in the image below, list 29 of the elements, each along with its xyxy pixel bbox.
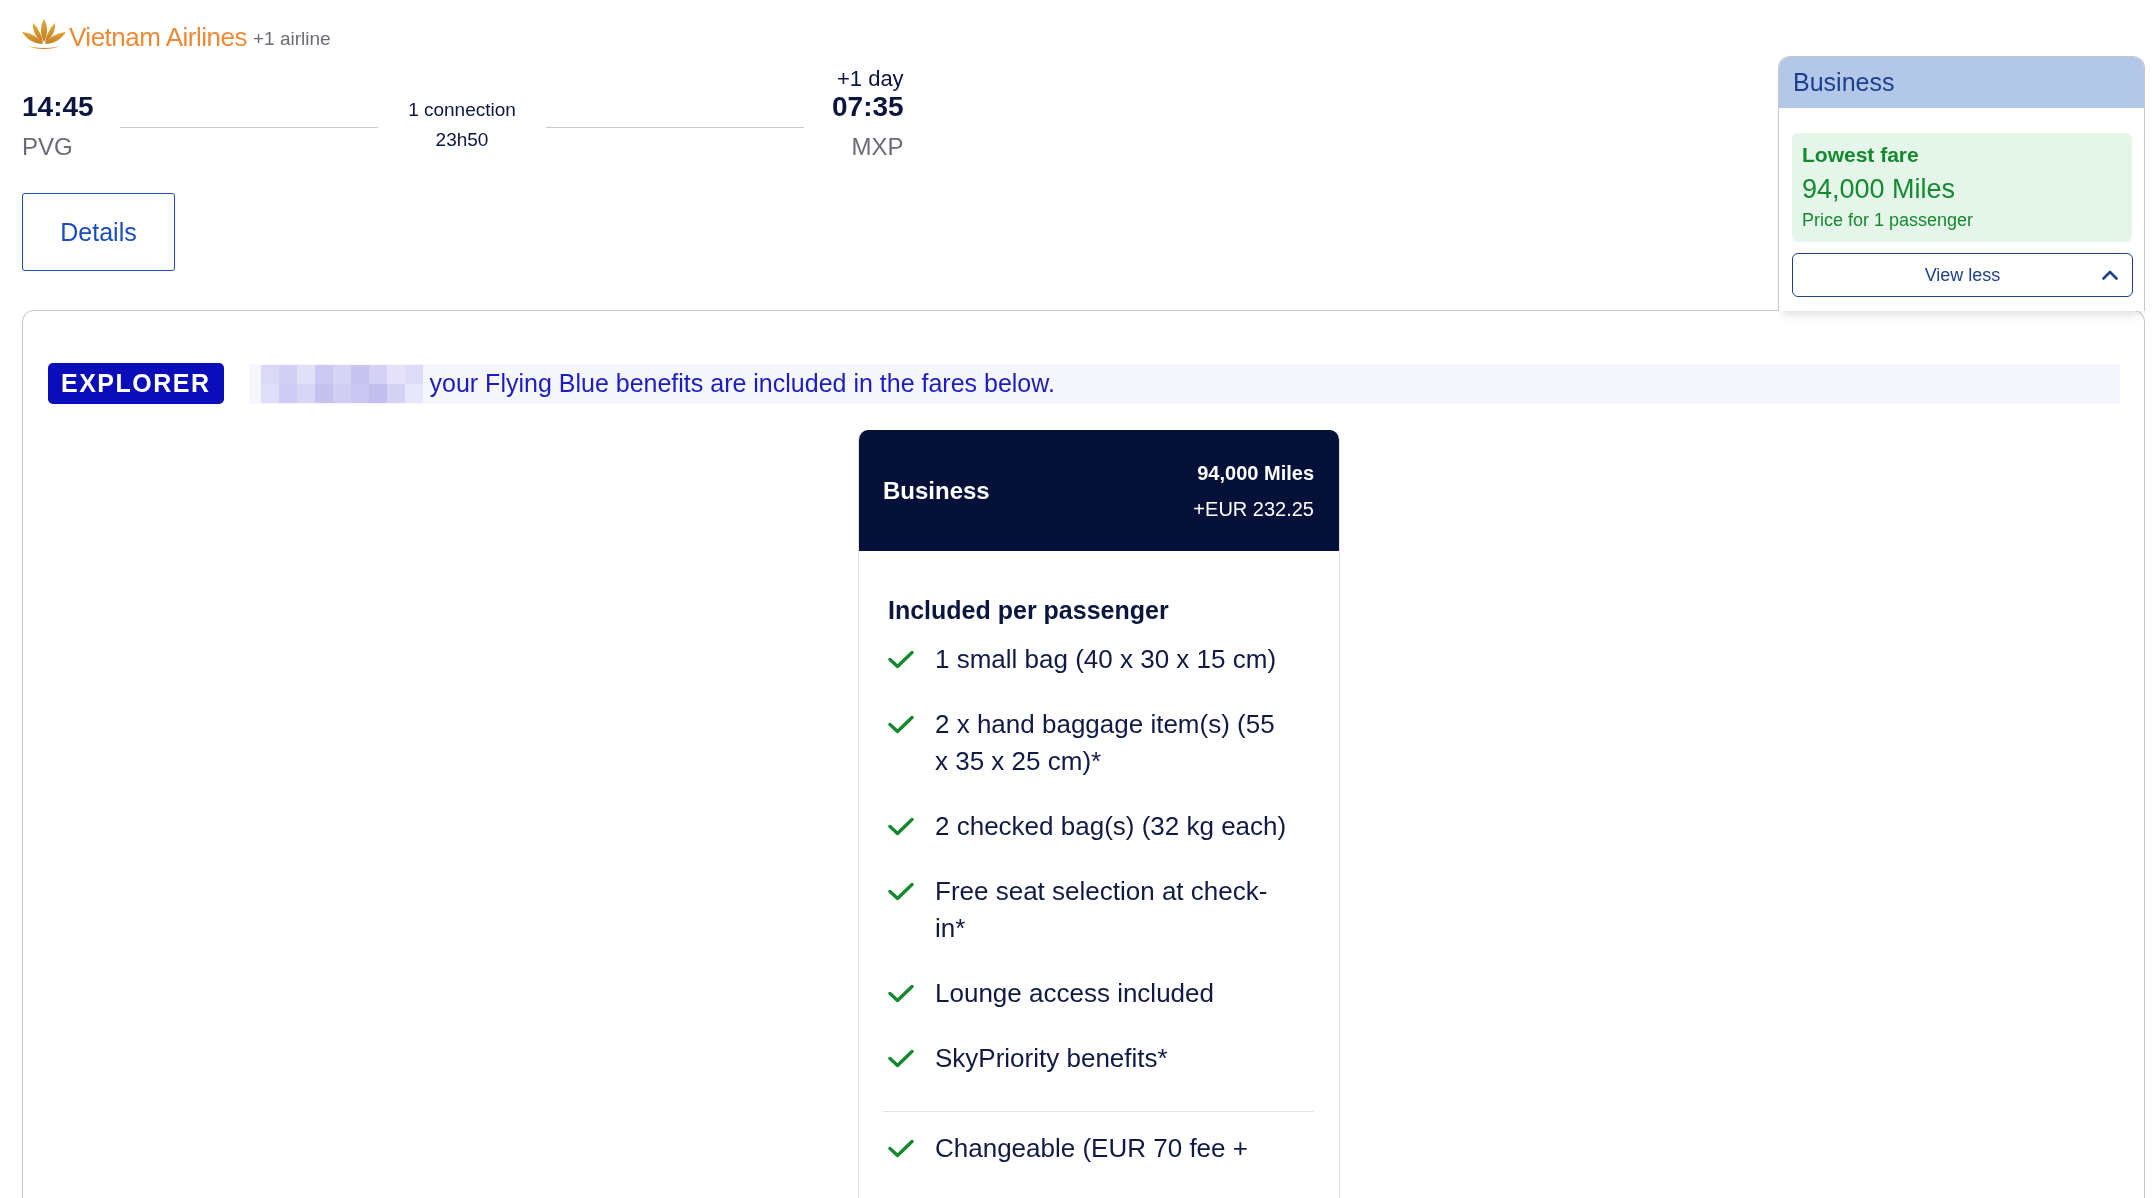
feature-text: Free seat selection at check-in*	[935, 875, 1269, 945]
fare-miles: 94,000 Miles	[1196, 460, 1314, 486]
lotus-logo-icon	[22, 18, 66, 50]
airline-name: Vietnam Airlines	[69, 22, 247, 52]
view-less-button[interactable]: View less	[1792, 253, 2133, 297]
benefits-message: your Flying Blue benefits are included in the fares below.	[429, 369, 1055, 398]
details-button[interactable]: Details	[22, 193, 175, 271]
section-title: Included per passenger	[888, 595, 1170, 625]
tier-badge: EXPLORER	[48, 363, 224, 404]
feature-text: Changeable (EUR 70 fee +	[935, 1132, 1249, 1165]
flight-duration: 23h50	[434, 128, 490, 152]
departure-airport: PVG	[22, 132, 74, 162]
feature-text: 2 x hand baggage item(s) (55 x 35 x 25 cm)*	[935, 708, 1276, 778]
fare-surcharge: +EUR 232.25	[1193, 496, 1314, 522]
feature-text: Lounge access included	[935, 977, 1215, 1010]
feature-text: 2 checked bag(s) (32 kg each)	[935, 810, 1288, 843]
cabin-title: Business	[1779, 57, 2144, 108]
fare-name: Business	[883, 476, 990, 505]
arrival-airport: MXP	[850, 132, 904, 162]
connection-count: 1 connection	[407, 98, 517, 122]
fare-label: Lowest fare	[1802, 142, 1920, 168]
feature-text: 1 small bag (40 x 30 x 15 cm)	[935, 643, 1278, 676]
extra-airline-count: +1 airline	[252, 27, 331, 51]
feature-text: SkyPriority benefits*	[935, 1042, 1169, 1075]
arrival-time: 07:35	[832, 92, 904, 122]
day-offset: +1 day	[835, 66, 904, 92]
price-note: Price for 1 passenger	[1802, 209, 1975, 232]
departure-time: 14:45	[22, 92, 95, 122]
price-text: 94,000 Miles	[1802, 173, 1957, 206]
